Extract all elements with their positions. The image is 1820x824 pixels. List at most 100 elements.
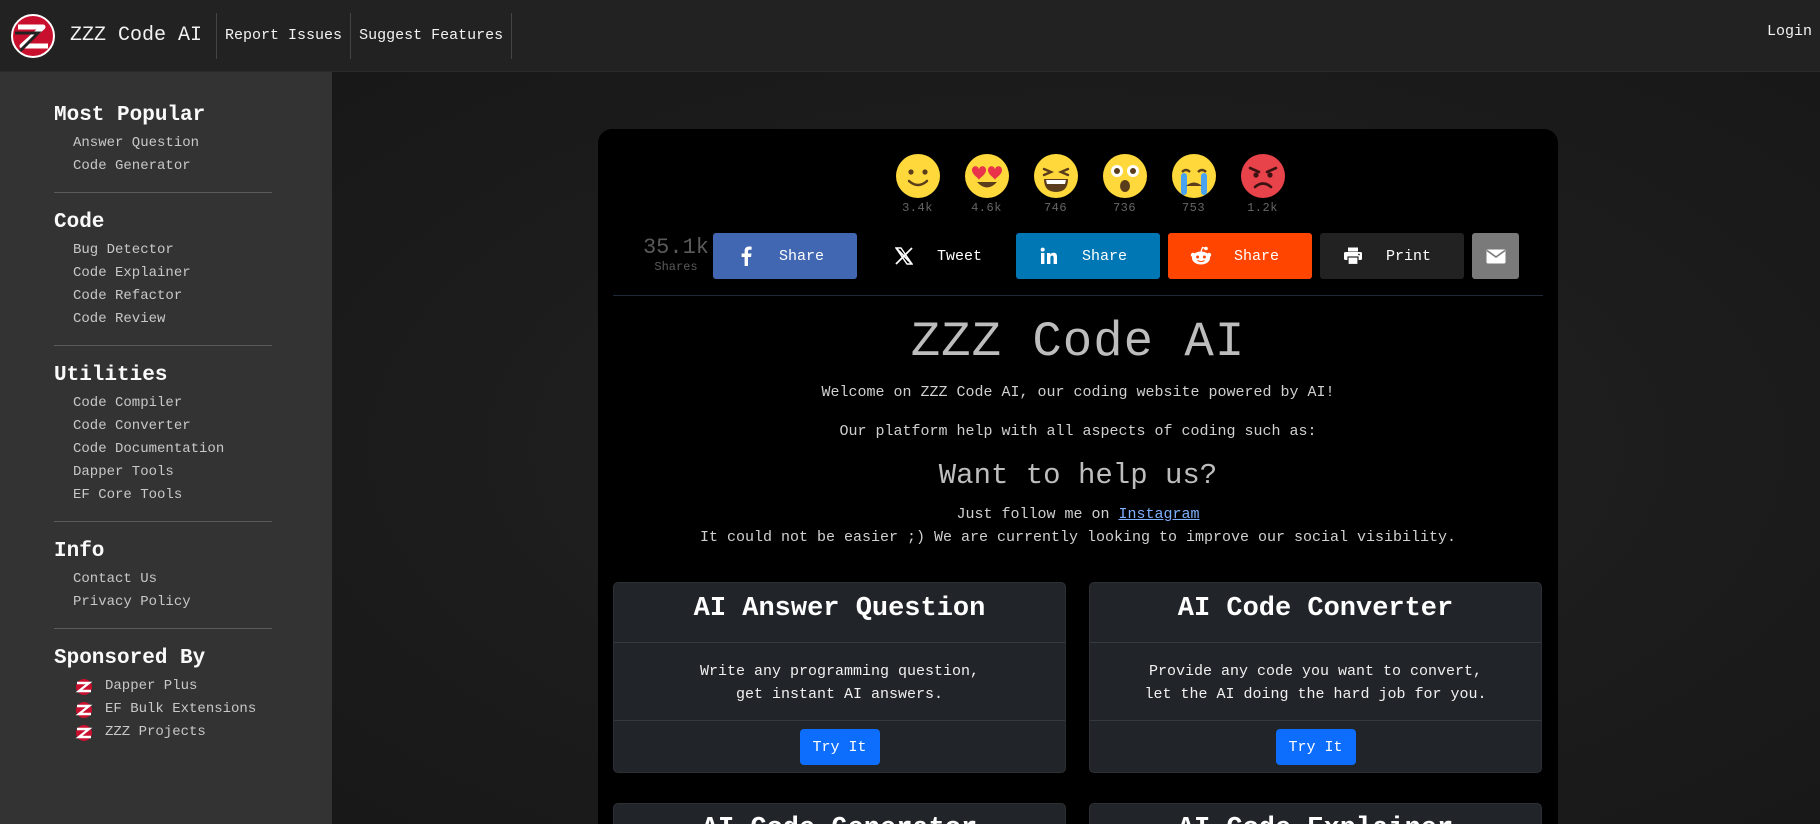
tool-card-code-generator: AI Code Generator xyxy=(613,803,1066,824)
tool-card-line: get instant AI answers. xyxy=(735,686,944,703)
try-it-button[interactable]: Try It xyxy=(799,729,880,765)
tool-card-title: AI Answer Question xyxy=(614,583,1065,643)
sidebar-item-code-converter[interactable]: Code Converter xyxy=(73,415,272,438)
sidebar-section-title: Code xyxy=(54,211,105,234)
facebook-icon xyxy=(735,245,757,267)
shares-label: Shares xyxy=(654,260,698,274)
shares-count: 35.1k xyxy=(642,235,709,260)
share-button-label: Share xyxy=(1082,247,1128,265)
facebook-share-button[interactable]: Share xyxy=(713,233,857,279)
sidebar-item-code-generator[interactable]: Code Generator xyxy=(73,155,272,178)
reaction-love[interactable]: 4.6k xyxy=(952,153,1021,215)
share-button-label: Tweet xyxy=(937,247,983,265)
sidebar-section-utilities: Utilities Code Compiler Code Converter C… xyxy=(54,364,272,522)
reaction-angry[interactable]: 1.2k xyxy=(1228,153,1297,215)
sidebar-item-contact-us[interactable]: Contact Us xyxy=(73,568,272,591)
sidebar-item-code-documentation[interactable]: Code Documentation xyxy=(73,438,272,461)
sidebar-item-bug-detector[interactable]: Bug Detector xyxy=(73,239,272,262)
sidebar-item-code-compiler[interactable]: Code Compiler xyxy=(73,392,272,415)
reddit-icon xyxy=(1190,245,1212,267)
tool-card-title: AI Code Converter xyxy=(1090,583,1541,643)
tool-card-title: AI Code Explainer xyxy=(1090,814,1541,824)
crying-emoji-icon[interactable] xyxy=(1171,153,1217,199)
content-divider xyxy=(613,295,1543,296)
sidebar: Most Popular Answer Question Code Genera… xyxy=(0,72,332,824)
tool-card-description: Provide any code you want to convert, le… xyxy=(1090,643,1541,721)
sidebar-divider xyxy=(54,192,272,193)
page-title: ZZZ Code AI xyxy=(910,314,1246,370)
sidebar-section-info: Info Contact Us Privacy Policy xyxy=(54,540,272,629)
printer-icon xyxy=(1342,245,1364,267)
x-logo-icon xyxy=(893,245,915,267)
reaction-count: 3.4k xyxy=(902,201,933,215)
tool-card-answer-question: AI Answer Question Write any programming… xyxy=(613,582,1066,773)
angry-emoji-icon[interactable] xyxy=(1240,153,1286,199)
sidebar-divider xyxy=(54,628,272,629)
share-button-label: Share xyxy=(779,247,825,265)
zzz-sponsor-logo-icon xyxy=(75,678,93,695)
sidebar-item-dapper-plus[interactable]: Dapper Plus xyxy=(73,675,272,698)
zzz-logo-icon[interactable] xyxy=(10,13,56,59)
sidebar-item-dapper-tools[interactable]: Dapper Tools xyxy=(73,461,272,484)
sidebar-item-ef-core-tools[interactable]: EF Core Tools xyxy=(73,484,272,507)
tool-card-line: Write any programming question, xyxy=(699,663,980,680)
sidebar-section-code: Code Bug Detector Code Explainer Code Re… xyxy=(54,211,272,346)
nav-report-issues[interactable]: Report Issues xyxy=(217,27,350,44)
tool-card-footer: Try It xyxy=(1090,721,1541,773)
sidebar-section-title: Sponsored By xyxy=(54,647,206,670)
share-button-label: Share xyxy=(1234,247,1280,265)
sidebar-item-label: Dapper Plus xyxy=(105,678,198,694)
twitter-tweet-button[interactable]: Tweet xyxy=(871,233,1005,279)
tool-card-line: Provide any code you want to convert, xyxy=(1148,663,1483,680)
reaction-count: 4.6k xyxy=(971,201,1002,215)
sidebar-section-most-popular: Most Popular Answer Question Code Genera… xyxy=(54,104,272,193)
tool-card-footer: Try It xyxy=(614,721,1065,773)
reaction-count: 753 xyxy=(1181,201,1206,215)
follow-prefix: Just follow me on xyxy=(956,506,1119,523)
tool-card-line: let the AI doing the hard job for you. xyxy=(1144,686,1487,703)
sidebar-item-code-review[interactable]: Code Review xyxy=(73,308,272,331)
print-button[interactable]: Print xyxy=(1320,233,1464,279)
sidebar-item-label: ZZZ Projects xyxy=(105,724,206,740)
laughing-emoji-icon[interactable] xyxy=(1033,153,1079,199)
reaction-smile[interactable]: 3.4k xyxy=(883,153,952,215)
sidebar-section-title: Info xyxy=(54,540,105,563)
envelope-icon xyxy=(1486,249,1505,263)
reddit-share-button[interactable]: Share xyxy=(1168,233,1312,279)
heart-eyes-emoji-icon[interactable] xyxy=(964,153,1010,199)
help-title: Want to help us? xyxy=(938,459,1218,492)
sidebar-item-zzz-projects[interactable]: ZZZ Projects xyxy=(73,721,272,744)
sidebar-item-answer-question[interactable]: Answer Question xyxy=(73,132,272,155)
follow-text: Just follow me on Instagram xyxy=(613,506,1543,523)
nav-suggest-features[interactable]: Suggest Features xyxy=(351,27,511,44)
login-link[interactable]: Login xyxy=(1767,23,1812,40)
tool-card-description: Write any programming question, get inst… xyxy=(614,643,1065,721)
zzz-sponsor-logo-icon xyxy=(75,724,93,741)
sidebar-item-ef-bulk-extensions[interactable]: EF Bulk Extensions xyxy=(73,698,272,721)
try-it-button[interactable]: Try It xyxy=(1275,729,1356,765)
reaction-laugh[interactable]: 746 xyxy=(1021,153,1090,215)
tool-card-code-explainer: AI Code Explainer xyxy=(1089,803,1542,824)
brand[interactable]: ZZZ Code AI xyxy=(0,0,216,71)
brand-name[interactable]: ZZZ Code AI xyxy=(70,24,202,47)
sidebar-item-privacy-policy[interactable]: Privacy Policy xyxy=(73,591,272,614)
reaction-count: 1.2k xyxy=(1247,201,1278,215)
email-share-button[interactable] xyxy=(1472,233,1519,279)
top-navbar: ZZZ Code AI Report Issues Suggest Featur… xyxy=(0,0,1820,72)
reaction-sad[interactable]: 753 xyxy=(1159,153,1228,215)
reactions-bar: 3.4k 4.6k 746 736 753 1.2k xyxy=(883,153,1297,215)
instagram-link[interactable]: Instagram xyxy=(1119,506,1200,523)
sidebar-item-code-refactor[interactable]: Code Refactor xyxy=(73,285,272,308)
tool-card-code-converter: AI Code Converter Provide any code you w… xyxy=(1089,582,1542,773)
sidebar-section-title: Most Popular xyxy=(54,104,206,127)
sidebar-section-sponsored-by: Sponsored By Dapper Plus EF Bulk Extensi… xyxy=(54,647,272,744)
reaction-wow[interactable]: 736 xyxy=(1090,153,1159,215)
reaction-count: 746 xyxy=(1043,201,1068,215)
reaction-count: 736 xyxy=(1112,201,1137,215)
linkedin-share-button[interactable]: Share xyxy=(1016,233,1160,279)
sidebar-item-label: EF Bulk Extensions xyxy=(105,701,257,717)
smile-emoji-icon[interactable] xyxy=(895,153,941,199)
surprised-emoji-icon[interactable] xyxy=(1102,153,1148,199)
sidebar-section-title: Utilities xyxy=(54,364,168,387)
sidebar-item-code-explainer[interactable]: Code Explainer xyxy=(73,262,272,285)
